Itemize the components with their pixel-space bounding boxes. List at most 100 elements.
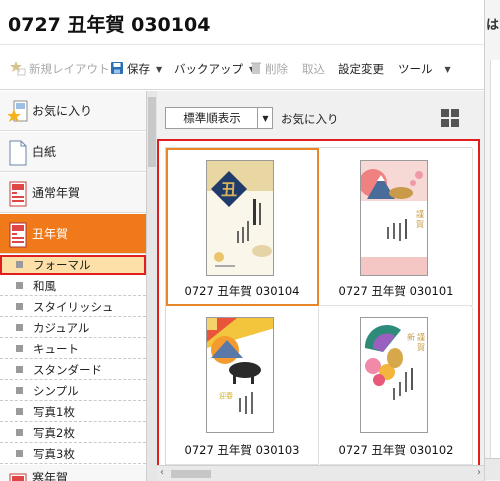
breadcrumb: お気に入り: [281, 112, 339, 126]
sub-label: 写真1枚: [33, 404, 75, 419]
template-card-030103[interactable]: 迎春 0727 丑年賀 030103: [166, 307, 319, 465]
template-card-030102[interactable]: 謹 賀 新 0727 丑年賀 030102: [320, 307, 473, 465]
toolbar: 新規レイアウト 保存 ▼ バックアップ ▼ 削除 取込 設定変更 ツール ▼: [0, 44, 484, 90]
sub-label: 写真2枚: [33, 425, 75, 440]
svg-text:賀: 賀: [417, 342, 425, 352]
mt-fuji-ox-card-thumbnail: 謹 賀: [360, 160, 428, 276]
sidebar-scroll-thumb[interactable]: [148, 97, 156, 167]
sidebar-label-regular-new-year: 通常年賀: [32, 186, 81, 200]
delete-label: 削除: [265, 62, 288, 76]
bullet-icon: [16, 303, 23, 310]
sidebar-sub-standard[interactable]: スタンダード: [0, 360, 146, 380]
template-card-030101[interactable]: 謹 賀 0727 丑年賀 030101: [320, 148, 473, 306]
svg-text:迎春: 迎春: [219, 391, 233, 400]
sub-label: カジュアル: [33, 320, 90, 335]
bullet-icon: [16, 408, 23, 415]
save-button[interactable]: 保存 ▼: [110, 61, 162, 77]
sidebar-item-next[interactable]: 寒年賀: [0, 465, 146, 481]
tools-label: ツール: [398, 62, 433, 76]
gallery-scroll-thumb[interactable]: [171, 470, 211, 478]
import-label: 取込: [302, 62, 325, 76]
sidebar-sub-formal[interactable]: フォーマル: [0, 255, 146, 275]
sub-label: フォーマル: [33, 257, 91, 272]
panel-footer: [485, 458, 500, 480]
save-dropdown-icon[interactable]: ▼: [156, 65, 162, 74]
svg-text:新: 新: [407, 332, 415, 342]
sunrise-ox-card-thumbnail: 迎春: [206, 317, 274, 433]
sidebar-label-next: 寒年賀: [32, 471, 69, 481]
ox-year-card-icon: [8, 222, 27, 247]
sidebar-sub-cute[interactable]: キュート: [0, 339, 146, 359]
backup-label: バックアップ: [174, 62, 243, 76]
trash-icon: [250, 61, 262, 78]
sub-label: キュート: [33, 341, 79, 356]
scroll-left-icon[interactable]: ‹: [160, 467, 164, 478]
sidebar-sub-simple[interactable]: シンプル: [0, 381, 146, 401]
sub-label: 和風: [33, 278, 56, 293]
sub-label: スタイリッシュ: [33, 299, 114, 314]
template-browser: 標準順表示 ▼ お気に入り 丑 0727 丑年賀 030104 謹 賀 0727…: [157, 91, 484, 481]
sidebar-item-regular-new-year[interactable]: 通常年賀: [0, 173, 146, 213]
favorites-icon: [7, 99, 28, 123]
svg-text:謹: 謹: [417, 332, 425, 342]
right-preview-panel: [484, 0, 500, 481]
title-bar: 0727 丑年賀 030104: [0, 0, 484, 44]
svg-text:謹: 謹: [416, 209, 424, 219]
template-gallery: 丑 0727 丑年賀 030104 謹 賀 0727 丑年賀 030101 迎春…: [157, 139, 480, 481]
category-sidebar: お気に入り 白紙 通常年賀 丑年賀 フォーマル 和風 スタイリッシュ カジュアル…: [0, 91, 147, 481]
sidebar-item-ox-new-year[interactable]: 丑年賀: [0, 214, 146, 254]
import-button[interactable]: 取込: [302, 61, 325, 77]
sub-label: シンプル: [33, 383, 79, 398]
template-card-030104[interactable]: 丑 0727 丑年賀 030104: [166, 148, 319, 306]
new-layout-button[interactable]: 新規レイアウト: [10, 60, 110, 79]
sidebar-sub-photo1[interactable]: 写真1枚: [0, 402, 146, 422]
sidebar-sub-stylish[interactable]: スタイリッシュ: [0, 297, 146, 317]
tools-dropdown-icon[interactable]: ▼: [445, 65, 451, 74]
side-panel-title: は: [486, 18, 500, 33]
bullet-icon: [16, 366, 23, 373]
new-year-card-icon: [8, 181, 27, 206]
template-name: 0727 丑年賀 030103: [184, 443, 300, 457]
preview-strip: [490, 60, 500, 460]
save-label: 保存: [127, 62, 150, 76]
svg-text:賀: 賀: [416, 219, 424, 229]
new-layout-icon: [10, 60, 26, 79]
bullet-icon: [16, 387, 23, 394]
fan-ox-card-thumbnail: 謹 賀 新: [360, 317, 428, 433]
settings-label: 設定変更: [338, 62, 384, 76]
sidebar-label-blank: 白紙: [32, 145, 57, 159]
sort-dropdown-icon[interactable]: ▼: [257, 107, 273, 129]
backup-button[interactable]: バックアップ ▼: [174, 61, 255, 77]
new-year-card-icon: [8, 473, 27, 481]
bullet-icon: [16, 429, 23, 436]
sidebar-sub-photo3[interactable]: 写真3枚: [0, 444, 146, 464]
template-name: 0727 丑年賀 030101: [338, 284, 454, 298]
sidebar-item-favorites[interactable]: お気に入り: [0, 91, 146, 131]
svg-text:丑: 丑: [221, 180, 237, 199]
template-name: 0727 丑年賀 030104: [184, 284, 300, 298]
grid-view-icon[interactable]: [441, 109, 459, 127]
tools-menu-button[interactable]: ツール ▼: [398, 61, 451, 77]
save-icon: [110, 61, 124, 78]
sub-label: スタンダード: [33, 362, 102, 377]
bullet-icon: [16, 450, 23, 457]
settings-button[interactable]: 設定変更: [338, 61, 384, 77]
bullet-icon: [16, 282, 23, 289]
sidebar-sub-casual[interactable]: カジュアル: [0, 318, 146, 338]
bullet-icon: [16, 324, 23, 331]
delete-button[interactable]: 削除: [250, 61, 288, 77]
sidebar-label-favorites: お気に入り: [32, 104, 93, 118]
window-title: 0727 丑年賀 030104: [8, 14, 211, 36]
sidebar-sub-japanese[interactable]: 和風: [0, 276, 146, 296]
gallery-scrollbar[interactable]: ‹ ›: [157, 465, 484, 481]
template-name: 0727 丑年賀 030102: [338, 443, 454, 457]
scroll-right-icon[interactable]: ›: [477, 467, 481, 478]
sidebar-item-blank[interactable]: 白紙: [0, 132, 146, 172]
bullet-icon: [16, 261, 23, 268]
sub-label: 写真3枚: [33, 446, 75, 461]
blank-page-icon: [8, 140, 27, 165]
sidebar-scrollbar[interactable]: [147, 91, 157, 481]
new-layout-label: 新規レイアウト: [29, 62, 110, 76]
sidebar-sub-photo2[interactable]: 写真2枚: [0, 423, 146, 443]
template-grid: 丑 0727 丑年賀 030104 謹 賀 0727 丑年賀 030101 迎春…: [165, 147, 473, 475]
